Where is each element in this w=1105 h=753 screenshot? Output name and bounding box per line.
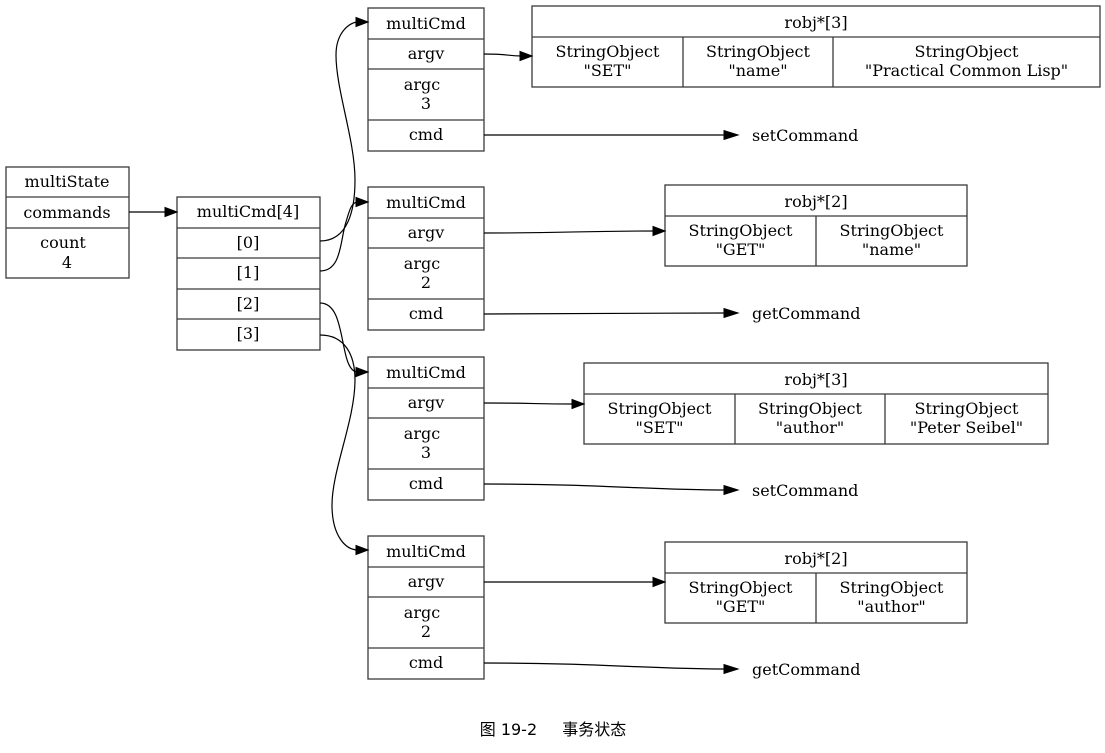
multicmd-title: multiCmd xyxy=(386,14,466,33)
multicmd-node: multiCmd argv argc2 cmd xyxy=(367,535,485,680)
edge-cmd-to-command xyxy=(483,312,727,315)
arrowhead xyxy=(723,307,740,319)
argc-label: argc xyxy=(404,424,440,443)
robj-array-node: robj*[2]StringObject"GET"StringObject"au… xyxy=(664,541,968,624)
edge-argv-to-robj xyxy=(483,53,523,57)
arrowhead xyxy=(723,663,740,675)
command-function-label: getCommand xyxy=(752,660,860,679)
command-function-label: setCommand xyxy=(752,126,858,145)
figure-number: 图 19-2 xyxy=(480,720,537,739)
arrowhead xyxy=(355,196,370,208)
multicmd-node: multiCmd argv argc2 cmd xyxy=(367,186,485,331)
multistate-count-value: 4 xyxy=(62,253,72,272)
robj-array-node: robj*[3]StringObject"SET"StringObject"au… xyxy=(583,362,1049,445)
multicmd-node: multiCmd argv argc3 cmd xyxy=(367,356,485,501)
string-object-value: "name" xyxy=(728,61,787,80)
multistate-count-label: count xyxy=(40,233,86,252)
edge-slot0-to-multicmd0 xyxy=(319,21,359,242)
string-object-type: StringObject xyxy=(706,42,810,61)
robj-title: robj*[3] xyxy=(784,13,847,32)
multicmd-array-node: multiCmd[4] [0] [1] [2] [3] xyxy=(176,196,321,351)
argc-label: argc xyxy=(404,75,440,94)
robj-title: robj*[2] xyxy=(784,549,847,568)
arrowhead xyxy=(652,576,667,588)
multistate-commands-field: commands xyxy=(23,203,110,222)
string-object-value: "SET" xyxy=(583,61,631,80)
array-slot-3: [3] xyxy=(237,324,260,343)
cmd-field: cmd xyxy=(409,474,443,493)
string-object-value: "Practical Common Lisp" xyxy=(865,61,1068,80)
string-object-type: StringObject xyxy=(915,399,1019,418)
multicmd-node: multiCmd argv argc3 cmd xyxy=(367,7,485,152)
command-function-label: setCommand xyxy=(752,481,858,500)
string-object-value: "SET" xyxy=(635,418,683,437)
arrowhead xyxy=(355,544,370,556)
multicmd-array-title: multiCmd[4] xyxy=(197,202,299,221)
argc-value: 3 xyxy=(421,94,431,113)
robj-title: robj*[2] xyxy=(784,192,847,211)
string-object-value: "author" xyxy=(857,597,926,616)
robj-array-node: robj*[2]StringObject"GET"StringObject"na… xyxy=(664,184,968,267)
transaction-state-diagram: multiState commands count 4 multiCmd[4] … xyxy=(5,5,1101,739)
robj-array-node: robj*[3]StringObject"SET"StringObject"na… xyxy=(531,5,1101,88)
argc-value: 2 xyxy=(421,622,431,641)
command-function-label: getCommand xyxy=(752,304,860,323)
string-object-type: StringObject xyxy=(915,42,1019,61)
string-object-type: StringObject xyxy=(840,578,944,597)
edge-cmd-to-command xyxy=(483,483,727,491)
robj-title: robj*[3] xyxy=(784,370,847,389)
argv-field: argv xyxy=(408,572,444,591)
cmd-field: cmd xyxy=(409,304,443,323)
string-object-type: StringObject xyxy=(758,399,862,418)
arrowhead xyxy=(164,206,179,218)
arrowhead xyxy=(723,484,740,496)
argc-value: 2 xyxy=(421,273,431,292)
argv-field: argv xyxy=(408,393,444,412)
edge-argv-to-robj xyxy=(483,230,656,234)
edge-cmd-to-command xyxy=(483,662,727,670)
string-object-value: "Peter Seibel" xyxy=(910,418,1023,437)
string-object-value: "GET" xyxy=(716,597,766,616)
multicmd-title: multiCmd xyxy=(386,193,466,212)
argv-field: argv xyxy=(408,223,444,242)
multicmd-title: multiCmd xyxy=(386,363,466,382)
array-slot-1: [1] xyxy=(237,263,260,282)
string-object-value: "author" xyxy=(776,418,845,437)
argc-label: argc xyxy=(404,254,440,273)
edge-argv-to-robj xyxy=(483,402,575,405)
argc-label: argc xyxy=(404,603,440,622)
arrowhead xyxy=(723,129,740,141)
arrowhead xyxy=(571,398,586,410)
figure-caption: 图 19-2 事务状态 xyxy=(480,720,627,739)
string-object-type: StringObject xyxy=(840,221,944,240)
string-object-type: StringObject xyxy=(556,42,660,61)
multistate-node: multiState commands count 4 xyxy=(5,166,130,279)
cmd-field: cmd xyxy=(409,653,443,672)
multistate-title: multiState xyxy=(25,172,110,191)
arrowhead xyxy=(652,225,667,237)
arrowhead xyxy=(355,16,370,28)
string-object-type: StringObject xyxy=(608,399,712,418)
argc-value: 3 xyxy=(421,443,431,462)
arrowhead xyxy=(519,50,534,62)
figure-title: 事务状态 xyxy=(562,720,626,739)
arrowhead xyxy=(355,366,370,378)
string-object-value: "name" xyxy=(862,240,921,259)
edge-slot3-to-multicmd3 xyxy=(319,334,359,551)
string-object-type: StringObject xyxy=(689,221,793,240)
multicmd-layer: multiCmdargvargc3cmdrobj*[3]StringObject… xyxy=(367,5,1101,680)
string-object-value: "GET" xyxy=(716,240,766,259)
cmd-field: cmd xyxy=(409,125,443,144)
string-object-type: StringObject xyxy=(689,578,793,597)
multicmd-title: multiCmd xyxy=(386,542,466,561)
array-slot-2: [2] xyxy=(237,294,260,313)
argv-field: argv xyxy=(408,44,444,63)
edge-slot1-to-multicmd1 xyxy=(319,201,359,272)
array-slot-0: [0] xyxy=(237,233,260,252)
